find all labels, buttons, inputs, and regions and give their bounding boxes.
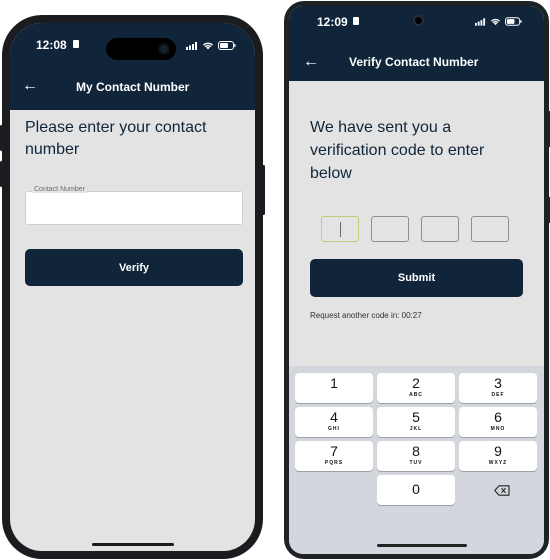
otp-digit-1[interactable] <box>321 216 359 242</box>
status-time: 12:09 <box>317 15 348 29</box>
page-title: My Contact Number <box>76 80 190 94</box>
android-screen: 12:09 ← Verify Contact Number We have se… <box>289 6 544 554</box>
otp-digit-4[interactable] <box>471 216 509 242</box>
backspace-key[interactable] <box>469 475 535 505</box>
key-digit: 8 <box>412 443 420 459</box>
key-letters: GHI <box>328 426 340 432</box>
key-letters: ABC <box>409 392 423 398</box>
power-button <box>262 165 265 215</box>
key-2[interactable]: 2 ABC <box>377 373 455 403</box>
sim-icon <box>353 17 359 25</box>
otp-inputs <box>321 216 509 242</box>
verify-button[interactable]: Verify <box>25 249 243 286</box>
key-9[interactable]: 9 WXYZ <box>459 441 537 471</box>
volume-up-button <box>0 125 3 151</box>
key-digit: 9 <box>494 443 502 459</box>
contact-number-field[interactable]: Contact Number <box>25 186 243 225</box>
key-1[interactable]: 1 <box>295 373 373 403</box>
key-letters: PQRS <box>324 460 344 466</box>
android-device: 12:09 ← Verify Contact Number We have se… <box>284 1 550 559</box>
battery-icon <box>505 17 522 26</box>
contact-number-input[interactable] <box>26 192 242 224</box>
verification-heading: We have sent you a verification code to … <box>310 119 485 182</box>
key-8[interactable]: 8 TUV <box>377 441 455 471</box>
app-bar: 12:08 ← My Contact Number <box>10 23 255 110</box>
otp-digit-2[interactable] <box>371 216 409 242</box>
iphone-device: 12:08 ← My Contact Number Please enter y… <box>0 15 265 559</box>
key-digit: 3 <box>494 375 502 391</box>
status-time: 12:08 <box>36 38 67 52</box>
submit-button[interactable]: Submit <box>310 259 523 297</box>
resend-countdown: Request another code in: 00:27 <box>310 311 422 320</box>
numeric-keypad: 1 2 ABC 3 DEF 4 GHI 5 JKL 6 MNO 7 PQRS 8 TUV 9W… <box>289 366 544 554</box>
home-indicator <box>92 543 174 546</box>
camera-icon <box>413 15 424 26</box>
page-title: Verify Contact Number <box>349 55 479 69</box>
key-letters: JKL <box>409 426 423 432</box>
key-digit: 7 <box>330 443 338 459</box>
key-6[interactable]: 6 MNO <box>459 407 537 437</box>
sim-icon <box>73 40 79 48</box>
key-7[interactable]: 7 PQRS <box>295 441 373 471</box>
volume-down-button <box>0 161 3 187</box>
backspace-icon <box>494 484 510 496</box>
key-5[interactable]: 5 JKL <box>377 407 455 437</box>
key-digit: 6 <box>494 409 502 425</box>
otp-digit-3[interactable] <box>421 216 459 242</box>
key-digit: 4 <box>330 409 338 425</box>
key-0[interactable]: 0 <box>377 475 455 505</box>
arrow-left-icon[interactable]: ← <box>303 54 319 70</box>
key-letters: TUV <box>409 460 423 466</box>
wifi-icon <box>203 42 213 50</box>
key-digit: 1 <box>330 375 338 391</box>
contact-heading: Please enter your contact number <box>25 119 207 158</box>
iphone-screen: 12:08 ← My Contact Number Please enter y… <box>10 23 255 551</box>
gesture-nav-bar <box>377 544 467 547</box>
arrow-left-icon[interactable]: ← <box>22 78 38 94</box>
signal-icon <box>475 17 486 26</box>
wifi-icon <box>490 18 501 26</box>
key-3[interactable]: 3 DEF <box>459 373 537 403</box>
key-letters: MNO <box>490 426 506 432</box>
text-cursor <box>340 222 341 237</box>
app-bar: 12:09 ← Verify Contact Number <box>289 6 544 81</box>
key-digit: 2 <box>412 375 420 391</box>
key-letters: DEF <box>491 392 505 398</box>
battery-icon <box>218 41 236 50</box>
key-digit: 0 <box>412 481 420 497</box>
key-letters: WXYZ <box>488 460 508 466</box>
camera-icon <box>158 43 170 55</box>
signal-icon <box>186 41 197 50</box>
dynamic-island <box>106 38 176 60</box>
key-digit: 5 <box>412 409 420 425</box>
key-4[interactable]: 4 GHI <box>295 407 373 437</box>
